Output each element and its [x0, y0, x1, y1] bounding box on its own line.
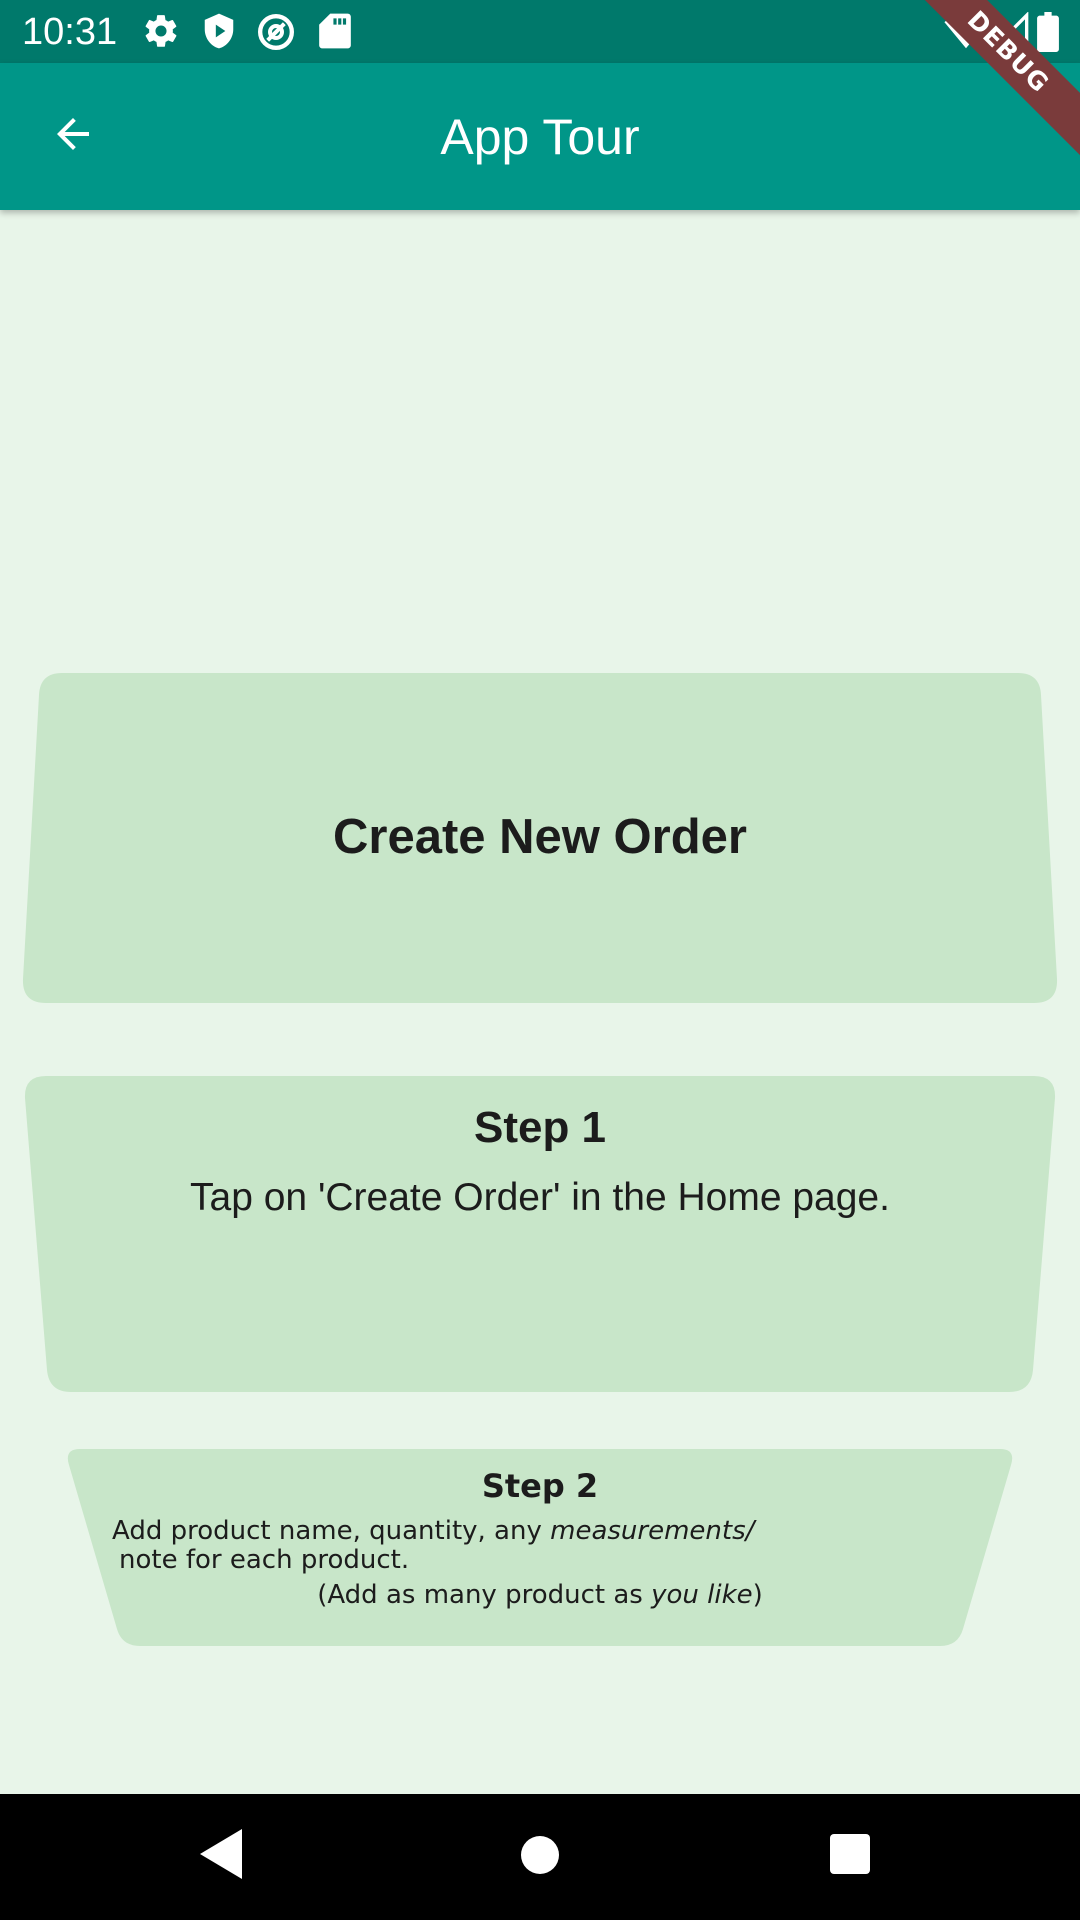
page-title: App Tour: [440, 109, 640, 165]
step2-heading-text: Step 2: [481, 1467, 599, 1505]
create-order-card: Create New Order: [22, 673, 1058, 1003]
step2-line1-italic: measurements/: [550, 1516, 755, 1546]
nav-back-button[interactable]: [198, 1827, 258, 1887]
step2-line1-text: Add product name, quantity, any: [112, 1516, 551, 1546]
shield-play-icon: [200, 12, 238, 55]
at-sign-icon: [256, 12, 296, 57]
square-recents-icon: [826, 1834, 874, 1882]
status-bar: 10:31: [0, 0, 1080, 63]
step1-heading: Step 1: [473, 1103, 607, 1152]
step1-card: Step 1 Tap on 'Create Order' in the Home…: [24, 1076, 1056, 1392]
circle-home-icon: [514, 1836, 566, 1885]
nav-recents-button[interactable]: [826, 1830, 886, 1890]
status-time: 10:31: [22, 11, 118, 53]
triangle-back-icon: [198, 1829, 248, 1885]
step2-line3: (Add as many product as you like): [66, 1580, 1014, 1610]
create-order-title: Create New Order: [333, 810, 747, 864]
system-nav-bar: [0, 1794, 1080, 1920]
step2-heading: Step 2: [66, 1467, 1014, 1505]
nav-home-button[interactable]: [514, 1829, 574, 1889]
step1-description: Tap on 'Create Order' in the Home page.: [190, 1176, 890, 1219]
gear-icon: [142, 12, 180, 55]
step2-line2-text: note for each product.: [119, 1545, 410, 1575]
step2-line1: Add product name, quantity, any measurem…: [112, 1516, 754, 1546]
step2-line3-end: ): [752, 1580, 763, 1610]
step2-line3-text: (Add as many product as: [317, 1580, 652, 1610]
app-bar: App Tour: [0, 63, 1080, 210]
sd-card-icon: [318, 12, 352, 55]
step2-line3-italic: you like: [651, 1580, 753, 1610]
battery-icon: [1036, 12, 1060, 57]
step2-line2: note for each product.: [119, 1545, 409, 1575]
step2-card: Step 2 Add product name, quantity, any m…: [66, 1449, 1014, 1646]
